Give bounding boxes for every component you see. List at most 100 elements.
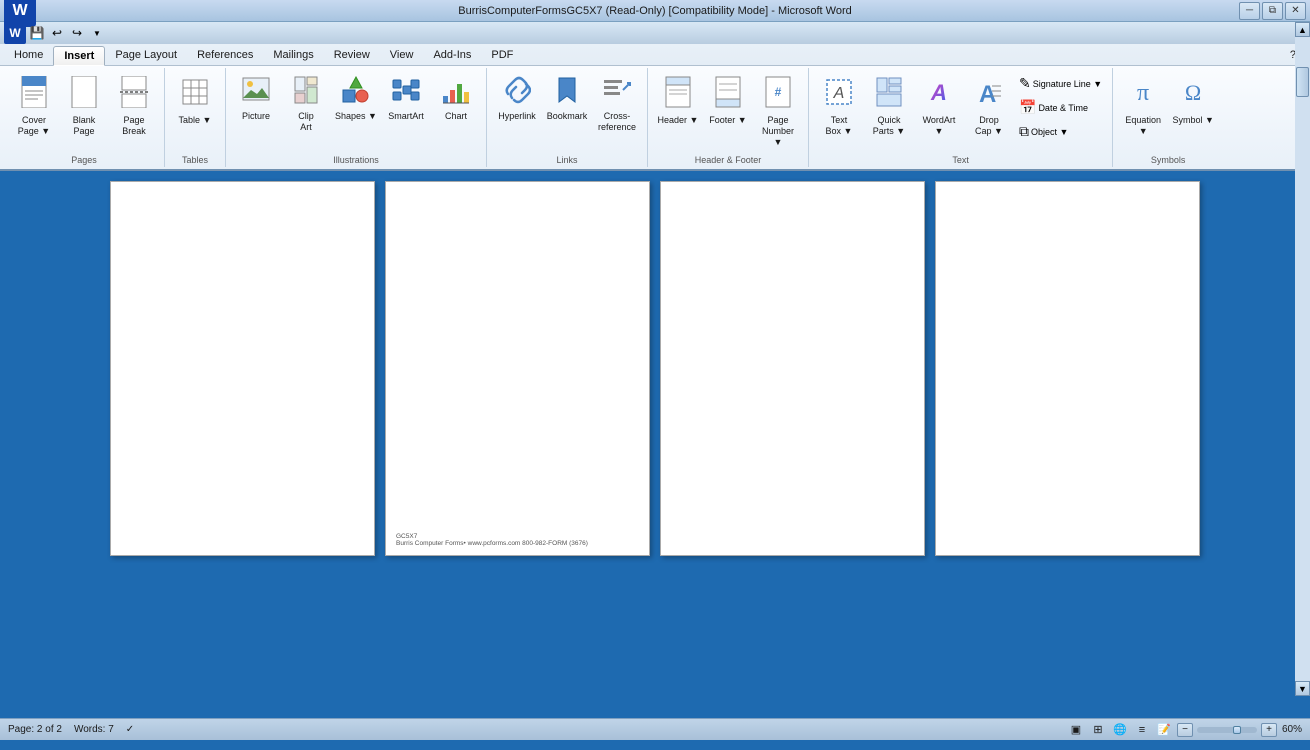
customize-qa-button[interactable]: ▼ bbox=[88, 24, 106, 42]
bookmark-icon bbox=[553, 76, 581, 109]
draft-view-button[interactable]: 📝 bbox=[1155, 722, 1173, 738]
word-count: Words: 7 bbox=[74, 724, 114, 735]
tab-home[interactable]: Home bbox=[4, 46, 53, 65]
tab-review[interactable]: Review bbox=[324, 46, 380, 65]
scroll-thumb[interactable] bbox=[1296, 67, 1309, 97]
svg-text:A: A bbox=[979, 81, 996, 108]
document-area: GC5X7 Burris Computer Forms• www.pcforms… bbox=[0, 171, 1310, 750]
scroll-down-button[interactable]: ▼ bbox=[1295, 681, 1310, 696]
header-footer-items: Header ▼ Footer ▼ # PageNumber ▼ bbox=[654, 70, 802, 153]
document-page-4 bbox=[935, 181, 1200, 556]
ribbon: Home Insert Page Layout References Maili… bbox=[0, 44, 1310, 171]
shapes-label: Shapes ▼ bbox=[335, 111, 377, 122]
quick-parts-button[interactable]: QuickParts ▼ bbox=[865, 72, 913, 141]
svg-text:#: # bbox=[775, 85, 782, 99]
footer-button[interactable]: Footer ▼ bbox=[704, 72, 752, 140]
tab-addins[interactable]: Add-Ins bbox=[423, 46, 481, 65]
text-group-label: Text bbox=[952, 155, 969, 165]
svg-text:π: π bbox=[1137, 80, 1149, 106]
clip-art-button[interactable]: ClipArt bbox=[282, 72, 330, 140]
web-layout-button[interactable]: 🌐 bbox=[1111, 722, 1129, 738]
zoom-out-button[interactable]: − bbox=[1177, 723, 1193, 737]
ribbon-group-text: A TextBox ▼ QuickParts ▼ A WordArt ▼ bbox=[809, 68, 1113, 167]
symbol-button[interactable]: Ω Symbol ▼ bbox=[1169, 72, 1217, 140]
tab-insert[interactable]: Insert bbox=[53, 46, 105, 66]
symbol-label: Symbol ▼ bbox=[1172, 115, 1213, 126]
redo-qa-button[interactable]: ↪ bbox=[68, 24, 86, 42]
undo-qa-button[interactable]: ↩ bbox=[48, 24, 66, 42]
ribbon-group-tables: Table ▼ Tables bbox=[165, 68, 226, 167]
page-break-button[interactable]: PageBreak bbox=[110, 72, 158, 141]
drop-cap-button[interactable]: A DropCap ▼ bbox=[965, 72, 1013, 141]
ribbon-group-illustrations: Picture ClipArt Shapes ▼ bbox=[226, 68, 487, 167]
table-label: Table ▼ bbox=[179, 115, 212, 126]
hyperlink-label: Hyperlink bbox=[498, 111, 536, 122]
minimize-button[interactable]: ─ bbox=[1239, 2, 1260, 20]
office-button[interactable]: W bbox=[4, 22, 26, 44]
zoom-in-button[interactable]: + bbox=[1261, 723, 1277, 737]
bookmark-label: Bookmark bbox=[547, 111, 588, 122]
tab-page-layout[interactable]: Page Layout bbox=[105, 46, 187, 65]
picture-button[interactable]: Picture bbox=[232, 72, 280, 140]
table-button[interactable]: Table ▼ bbox=[171, 72, 219, 140]
page-number-icon: # bbox=[764, 76, 792, 113]
tables-items: Table ▼ bbox=[171, 70, 219, 153]
tab-mailings[interactable]: Mailings bbox=[263, 46, 323, 65]
equation-button[interactable]: π Equation ▼ bbox=[1119, 72, 1167, 141]
zoom-slider[interactable] bbox=[1197, 727, 1257, 733]
wordart-button[interactable]: A WordArt ▼ bbox=[915, 72, 963, 141]
links-items: Hyperlink Bookmark Cross-reference bbox=[493, 70, 641, 153]
cover-page-label: CoverPage ▼ bbox=[18, 115, 50, 137]
print-layout-button[interactable]: ▣ bbox=[1067, 722, 1085, 738]
tab-view[interactable]: View bbox=[380, 46, 424, 65]
header-footer-group-label: Header & Footer bbox=[695, 155, 762, 165]
tab-references[interactable]: References bbox=[187, 46, 263, 65]
cross-reference-button[interactable]: Cross-reference bbox=[593, 72, 641, 140]
quick-access-toolbar: W 💾 ↩ ↪ ▼ bbox=[0, 22, 1310, 44]
zoom-controls: − + 60% bbox=[1177, 723, 1302, 737]
text-box-button[interactable]: A TextBox ▼ bbox=[815, 72, 863, 141]
outline-view-button[interactable]: ≡ bbox=[1133, 722, 1151, 738]
status-right: ▣ ⊞ 🌐 ≡ 📝 − + 60% bbox=[1067, 722, 1302, 738]
signature-line-button[interactable]: ✎ Signature Line ▼ bbox=[1015, 72, 1106, 95]
page-number-button[interactable]: # PageNumber ▼ bbox=[754, 72, 802, 151]
drop-cap-label: DropCap ▼ bbox=[975, 115, 1003, 137]
tab-pdf[interactable]: PDF bbox=[481, 46, 523, 65]
ribbon-group-symbols: π Equation ▼ Ω Symbol ▼ Symbols bbox=[1113, 68, 1223, 167]
smartart-button[interactable]: SmartArt bbox=[382, 72, 430, 140]
table-icon bbox=[181, 76, 209, 113]
zoom-slider-thumb[interactable] bbox=[1233, 726, 1241, 734]
text-stack: ✎ Signature Line ▼ 📅 Date & Time ⧉ Objec… bbox=[1015, 72, 1106, 143]
header-icon bbox=[664, 76, 692, 113]
object-button[interactable]: ⧉ Object ▼ bbox=[1015, 120, 1106, 143]
page-number-label: PageNumber ▼ bbox=[757, 115, 799, 147]
chart-button[interactable]: Chart bbox=[432, 72, 480, 140]
clip-art-label: ClipArt bbox=[298, 111, 314, 133]
bookmark-button[interactable]: Bookmark bbox=[543, 72, 591, 140]
text-items: A TextBox ▼ QuickParts ▼ A WordArt ▼ bbox=[815, 70, 1106, 153]
save-qa-button[interactable]: 💾 bbox=[28, 24, 46, 42]
restore-button[interactable]: ⧉ bbox=[1262, 2, 1283, 20]
clip-art-icon bbox=[292, 76, 320, 109]
illustrations-items: Picture ClipArt Shapes ▼ bbox=[232, 70, 480, 153]
smartart-icon bbox=[392, 76, 420, 109]
symbols-group-label: Symbols bbox=[1151, 155, 1186, 165]
full-reading-button[interactable]: ⊞ bbox=[1089, 722, 1107, 738]
header-label: Header ▼ bbox=[658, 115, 699, 126]
blank-page-button[interactable]: BlankPage bbox=[60, 72, 108, 141]
text-box-icon: A bbox=[825, 76, 853, 113]
pages-group-label: Pages bbox=[71, 155, 97, 165]
shapes-button[interactable]: Shapes ▼ bbox=[332, 72, 380, 140]
date-time-button[interactable]: 📅 Date & Time bbox=[1015, 96, 1106, 119]
scroll-up-button[interactable]: ▲ bbox=[1295, 22, 1310, 37]
cover-page-button[interactable]: CoverPage ▼ bbox=[10, 72, 58, 141]
document-page-2: GC5X7 Burris Computer Forms• www.pcforms… bbox=[385, 181, 650, 556]
close-button[interactable]: ✕ bbox=[1285, 2, 1306, 20]
header-button[interactable]: Header ▼ bbox=[654, 72, 702, 140]
hyperlink-button[interactable]: Hyperlink bbox=[493, 72, 541, 140]
object-icon: ⧉ bbox=[1019, 123, 1029, 140]
page-2-footer-line1: GC5X7 bbox=[396, 533, 588, 540]
scroll-track[interactable] bbox=[1295, 37, 1310, 681]
cross-reference-label: Cross-reference bbox=[596, 111, 638, 133]
vertical-scrollbar: ▲ ▼ bbox=[1295, 22, 1310, 696]
